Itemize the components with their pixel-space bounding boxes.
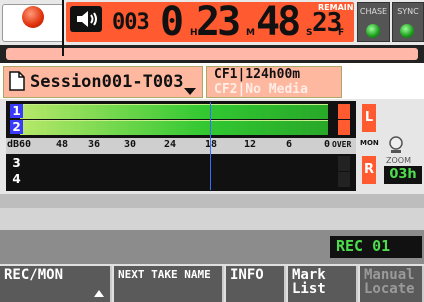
manual-locate-button[interactable]: Manual Locate xyxy=(360,266,424,302)
playhead-marker[interactable] xyxy=(62,0,64,56)
monitor-left-button[interactable]: L xyxy=(362,104,376,132)
scale-label: 6 xyxy=(286,139,293,150)
divider-band xyxy=(0,208,424,230)
scale-label: 12 xyxy=(244,139,257,150)
scale-label: OVER xyxy=(332,140,352,149)
zoom-value: 03h xyxy=(384,166,422,184)
over-indicator-ch4 xyxy=(338,172,350,187)
chevron-up-icon xyxy=(94,290,104,297)
meter-bar-ch1 xyxy=(20,104,328,119)
take-progress xyxy=(6,48,418,60)
remain-label: REMAIN xyxy=(318,3,354,12)
scale-label: 0 xyxy=(324,139,331,150)
mark-list-button[interactable]: Mark List xyxy=(288,266,358,302)
session-name: Session001-T003 xyxy=(30,72,184,92)
channel-label-1: 1 xyxy=(10,104,23,118)
counter-hours: 0 xyxy=(160,0,184,45)
counter-minutes: 23 xyxy=(196,0,241,45)
chevron-down-icon xyxy=(184,88,196,95)
status-text: REC 01 xyxy=(336,237,391,255)
channel-label-4: 4 xyxy=(12,172,21,186)
scale-label: 24 xyxy=(164,139,177,150)
monitor-label: MON xyxy=(360,139,379,147)
over-indicator-ch1 xyxy=(338,104,350,119)
divider-band xyxy=(0,194,424,208)
meter-bar-ch3 xyxy=(20,156,328,171)
scale-label: 18 xyxy=(205,139,218,150)
chase-led-icon xyxy=(366,24,380,38)
scale-label: 48 xyxy=(56,139,69,150)
scale-label: 30 xyxy=(124,139,137,150)
channel-label-2: 2 xyxy=(10,120,23,134)
counter-seconds: 48 xyxy=(256,0,301,45)
meter-marker-line xyxy=(210,102,211,190)
minutes-unit: M xyxy=(246,28,255,38)
cf1-remaining: CF1|124h00m xyxy=(214,67,301,82)
cf2-status: CF2|No Media xyxy=(214,82,308,97)
sync-led-icon xyxy=(400,24,414,38)
speaker-icon xyxy=(77,11,97,27)
meter-bar-ch4 xyxy=(20,172,328,187)
sync-label: SYNC xyxy=(397,7,419,16)
scale-label: 36 xyxy=(88,139,101,150)
zoom-label: ZOOM xyxy=(386,156,411,165)
monitor-right-button[interactable]: R xyxy=(362,156,376,184)
next-take-name-button[interactable]: NEXT TAKE NAME xyxy=(114,266,224,302)
counter-frames: 23 xyxy=(312,8,342,38)
info-button[interactable]: INFO xyxy=(226,266,286,302)
zoom-knob-icon[interactable] xyxy=(388,136,404,154)
record-led-icon xyxy=(22,6,44,28)
scale-label: dB60 xyxy=(7,139,32,150)
over-indicator-ch2 xyxy=(338,120,350,135)
document-icon xyxy=(9,71,25,91)
take-number: 003 xyxy=(112,10,150,35)
chase-label: CHASE xyxy=(359,7,388,16)
frames-unit: F xyxy=(338,28,345,38)
channel-label-3: 3 xyxy=(12,156,21,170)
meter-bar-ch2 xyxy=(20,120,328,135)
over-indicator-ch3 xyxy=(338,156,350,171)
